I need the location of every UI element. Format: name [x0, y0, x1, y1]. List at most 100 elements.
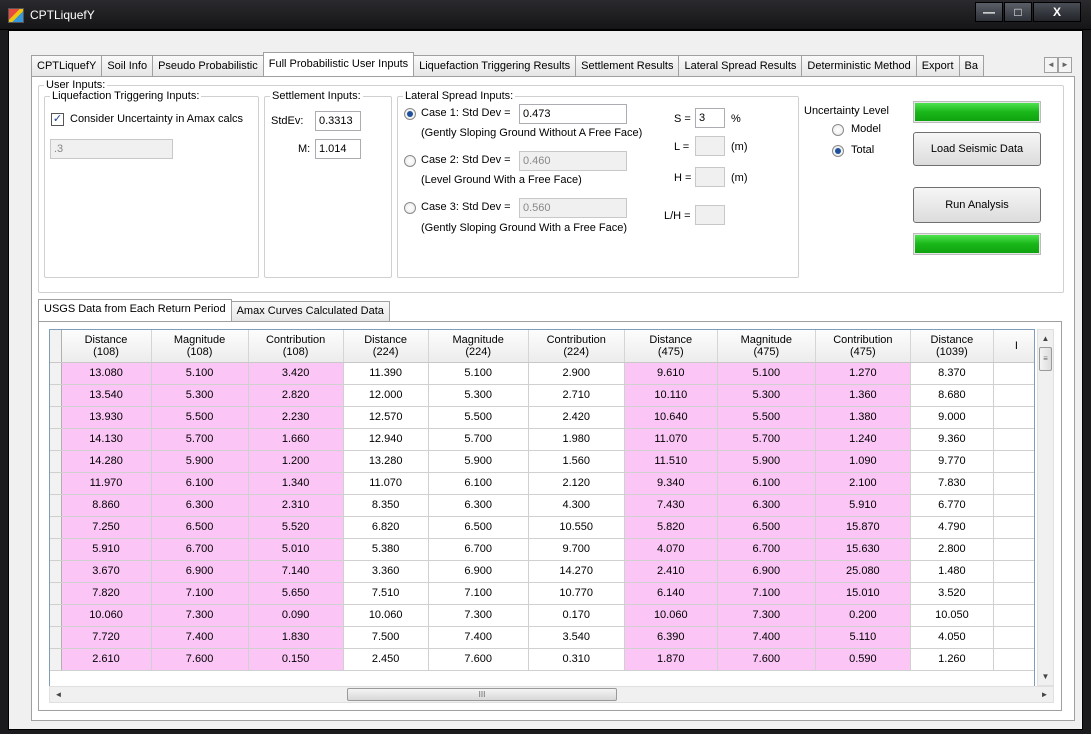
table-cell[interactable]: 7.820	[61, 582, 152, 605]
table-cell[interactable]: 6.700	[717, 538, 816, 561]
table-cell[interactable]: 0.310	[528, 648, 625, 671]
row-header[interactable]	[50, 450, 62, 473]
table-cell[interactable]: 5.100	[428, 362, 529, 385]
table-cell[interactable]	[993, 626, 1034, 649]
table-cell[interactable]: 8.350	[343, 494, 429, 517]
table-cell[interactable]: 5.500	[151, 406, 249, 429]
table-cell[interactable]: 5.300	[428, 384, 529, 407]
table-cell[interactable]: 10.050	[910, 604, 994, 627]
tab-scroll-right-icon[interactable]: ►	[1058, 57, 1072, 73]
table-cell[interactable]: 7.100	[717, 582, 816, 605]
tab-cptliquefy[interactable]: CPTLiquefY	[31, 55, 103, 76]
table-cell[interactable]: 1.980	[528, 428, 625, 451]
row-header[interactable]	[50, 362, 62, 385]
table-row[interactable]: 2.610 7.600 0.150 2.450 7.600 0.310 1.870 7.600…	[50, 648, 1034, 671]
table-cell[interactable]: 7.300	[151, 604, 249, 627]
table-cell[interactable]: 11.070	[343, 472, 429, 495]
table-cell[interactable]	[993, 384, 1034, 407]
table-cell[interactable]: 10.770	[528, 582, 625, 605]
table-cell[interactable]: 9.610	[624, 362, 718, 385]
table-cell[interactable]: 5.900	[428, 450, 529, 473]
table-row[interactable]: 3.670 6.900 7.140 3.360 6.900 14.270 2.410 6.90…	[50, 560, 1034, 583]
table-cell[interactable]: 5.500	[428, 406, 529, 429]
table-cell[interactable]: 12.570	[343, 406, 429, 429]
table-cell[interactable]: 5.380	[343, 538, 429, 561]
table-cell[interactable]: 1.340	[248, 472, 344, 495]
table-cell[interactable]: 12.000	[343, 384, 429, 407]
table-cell[interactable]: 10.110	[624, 384, 718, 407]
lh-field[interactable]	[695, 205, 725, 225]
table-cell[interactable]: 10.060	[624, 604, 718, 627]
table-cell[interactable]: 7.600	[717, 648, 816, 671]
table-cell[interactable]: 5.300	[151, 384, 249, 407]
table-cell[interactable]: 10.550	[528, 516, 625, 539]
table-cell[interactable]: 13.930	[61, 406, 152, 429]
table-row[interactable]: 14.280 5.900 1.200 13.280 5.900 1.560 11.510 5.…	[50, 450, 1034, 473]
table-row[interactable]: 11.970 6.100 1.340 11.070 6.100 2.120 9.340 6.1…	[50, 472, 1034, 495]
table-cell[interactable]	[993, 582, 1034, 605]
table-cell[interactable]: 6.500	[151, 516, 249, 539]
table-cell[interactable]: 3.360	[343, 560, 429, 583]
table-cell[interactable]: 7.430	[624, 494, 718, 517]
table-cell[interactable]	[993, 538, 1034, 561]
scroll-right-icon[interactable]: ►	[1036, 687, 1053, 702]
table-row[interactable]: 8.860 6.300 2.310 8.350 6.300 4.300 7.430 6.300…	[50, 494, 1034, 517]
table-cell[interactable]	[993, 560, 1034, 583]
tab-export[interactable]: Export	[915, 55, 960, 76]
table-cell[interactable]: 2.450	[343, 648, 429, 671]
table-cell[interactable]: 6.100	[428, 472, 529, 495]
row-header[interactable]	[50, 604, 62, 627]
table-cell[interactable]: 10.060	[61, 604, 152, 627]
row-header[interactable]	[50, 648, 62, 671]
table-cell[interactable]: 7.400	[717, 626, 816, 649]
table-cell[interactable]: 6.390	[624, 626, 718, 649]
table-cell[interactable]: 9.360	[910, 428, 994, 451]
table-cell[interactable]: 8.680	[910, 384, 994, 407]
table-cell[interactable]: 10.640	[624, 406, 718, 429]
table-cell[interactable]: 2.100	[815, 472, 911, 495]
table-cell[interactable]: 5.100	[717, 362, 816, 385]
m-field[interactable]: 1.014	[315, 139, 361, 159]
table-cell[interactable]: 14.280	[61, 450, 152, 473]
table-cell[interactable]: 6.900	[151, 560, 249, 583]
table-cell[interactable]: 13.280	[343, 450, 429, 473]
table-cell[interactable]: 7.300	[428, 604, 529, 627]
table-cell[interactable]: 7.510	[343, 582, 429, 605]
table-cell[interactable]: 7.140	[248, 560, 344, 583]
tab-soil-info[interactable]: Soil Info	[101, 55, 154, 76]
table-row[interactable]: 10.060 7.300 0.090 10.060 7.300 0.170 10.060 7.…	[50, 604, 1034, 627]
table-cell[interactable]: 13.080	[61, 362, 152, 385]
case1-radio[interactable]	[404, 108, 416, 120]
table-cell[interactable]: 2.710	[528, 384, 625, 407]
table-cell[interactable]: 3.540	[528, 626, 625, 649]
table-cell[interactable]: 7.500	[343, 626, 429, 649]
table-cell[interactable]: 5.700	[428, 428, 529, 451]
table-cell[interactable]: 5.820	[624, 516, 718, 539]
table-cell[interactable]: 1.480	[910, 560, 994, 583]
table-cell[interactable]: 6.900	[717, 560, 816, 583]
row-header[interactable]	[50, 626, 62, 649]
table-cell[interactable]: 2.310	[248, 494, 344, 517]
table-cell[interactable]: 6.300	[717, 494, 816, 517]
table-cell[interactable]: 6.900	[428, 560, 529, 583]
scroll-down-icon[interactable]: ▼	[1038, 668, 1053, 685]
l-field[interactable]	[695, 136, 725, 156]
s-field[interactable]: 3	[695, 108, 725, 128]
table-row[interactable]: 13.080 5.100 3.420 11.390 5.100 2.900 9.610 5.1…	[50, 362, 1034, 385]
table-cell[interactable]: 7.830	[910, 472, 994, 495]
table-cell[interactable]: 2.120	[528, 472, 625, 495]
table-cell[interactable]: 6.500	[428, 516, 529, 539]
vertical-scroll-thumb[interactable]: ≡	[1039, 347, 1052, 371]
column-header[interactable]: Magnitude (475)	[717, 330, 816, 363]
grid-vertical-scrollbar[interactable]: ▲ ≡ ▼	[1037, 329, 1054, 686]
table-cell[interactable]: 11.390	[343, 362, 429, 385]
table-cell[interactable]	[993, 648, 1034, 671]
table-cell[interactable]: 7.600	[428, 648, 529, 671]
tab-deterministic-method[interactable]: Deterministic Method	[801, 55, 917, 76]
subtab-usgs-data-from-each-return-period[interactable]: USGS Data from Each Return Period	[38, 299, 232, 321]
tab-ba[interactable]: Ba	[958, 55, 984, 76]
table-cell[interactable]: 8.860	[61, 494, 152, 517]
amax-uncertainty-field[interactable]: .3	[50, 139, 173, 159]
column-header[interactable]: Magnitude (224)	[428, 330, 529, 363]
table-cell[interactable]: 1.830	[248, 626, 344, 649]
